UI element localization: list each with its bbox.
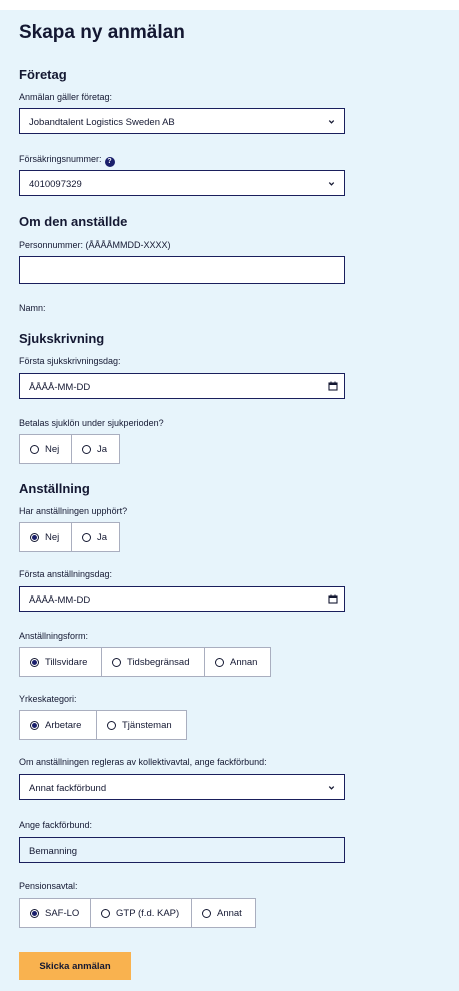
section-heading-employee: Om den anställde	[19, 214, 128, 229]
union-select-value: Annat fackförbund	[29, 783, 107, 794]
pension-radio-group: SAF-LO GTP (f.d. KAP) Annat	[19, 898, 256, 928]
insurance-label-row: Försäkringsnummer:?	[19, 154, 115, 167]
employment-first-day-date-input[interactable]: ÅÅÅÅ-MM-DD	[19, 586, 345, 612]
pension-option-annat[interactable]: Annat	[192, 898, 256, 928]
company-select-value: Jobandtalent Logistics Sweden AB	[29, 117, 175, 128]
pension-label: Pensionsavtal:	[19, 881, 78, 891]
radio-icon	[215, 657, 224, 667]
option-label: Tidsbegränsad	[127, 656, 190, 668]
category-option-tjansteman[interactable]: Tjänsteman	[97, 710, 187, 740]
personnummer-input[interactable]	[19, 256, 345, 284]
radio-icon	[202, 908, 211, 918]
category-label: Yrkeskategori:	[19, 694, 77, 704]
union-input[interactable]: Bemanning	[19, 837, 345, 863]
ended-radio-group: Nej Ja	[19, 522, 120, 552]
option-label: Annat	[217, 907, 242, 919]
ended-label: Har anställningen upphört?	[19, 506, 128, 516]
pension-option-gtp[interactable]: GTP (f.d. KAP)	[91, 898, 192, 928]
chevron-down-icon	[328, 120, 335, 124]
submit-button[interactable]: Skicka anmälan	[19, 952, 131, 980]
radio-selected-icon	[30, 908, 39, 918]
union-select-label: Om anställningen regleras av kollektivav…	[19, 757, 267, 767]
employment-form-option-annan[interactable]: Annan	[205, 647, 271, 677]
radio-selected-icon	[30, 657, 39, 667]
calendar-icon[interactable]	[328, 381, 338, 391]
category-option-arbetare[interactable]: Arbetare	[19, 710, 97, 740]
employment-form-label: Anställningsform:	[19, 631, 89, 641]
radio-icon	[112, 657, 121, 667]
name-label: Namn:	[19, 303, 46, 313]
radio-icon	[107, 720, 116, 730]
chevron-down-icon	[328, 786, 335, 790]
category-radio-group: Arbetare Tjänsteman	[19, 710, 187, 740]
calendar-icon[interactable]	[328, 594, 338, 604]
personnummer-label: Personnummer: (ÅÅÅÅMMDD-XXXX)	[19, 240, 171, 250]
employment-first-day-value: ÅÅÅÅ-MM-DD	[29, 595, 91, 606]
radio-icon	[101, 908, 110, 918]
company-select[interactable]: Jobandtalent Logistics Sweden AB	[19, 108, 345, 134]
form-title: Skapa ny anmälan	[19, 22, 185, 43]
option-label: SAF-LO	[45, 907, 80, 919]
section-heading-company: Företag	[19, 67, 67, 82]
sick-first-day-label: Första sjukskrivningsdag:	[19, 356, 121, 366]
option-label: Nej	[45, 443, 60, 455]
sickpay-label: Betalas sjuklön under sjukperioden?	[19, 418, 164, 428]
insurance-label: Försäkringsnummer:	[19, 154, 102, 164]
company-label: Anmälan gäller företag:	[19, 92, 113, 102]
union-select[interactable]: Annat fackförbund	[19, 774, 345, 800]
option-label: Annan	[230, 656, 258, 668]
ended-option-nej[interactable]: Nej	[19, 522, 72, 552]
employment-form-radio-group: Tillsvidare Tidsbegränsad Annan	[19, 647, 271, 677]
section-heading-sick-leave: Sjukskrivning	[19, 331, 105, 346]
radio-selected-icon	[30, 720, 39, 730]
sickpay-option-nej[interactable]: Nej	[19, 434, 72, 464]
option-label: Arbetare	[45, 719, 82, 731]
union-input-value: Bemanning	[29, 846, 78, 857]
employment-form-option-tidsbegransad[interactable]: Tidsbegränsad	[102, 647, 205, 677]
radio-icon	[82, 444, 91, 454]
sickpay-option-ja[interactable]: Ja	[72, 434, 120, 464]
pension-option-saf-lo[interactable]: SAF-LO	[19, 898, 91, 928]
option-label: Tillsvidare	[45, 656, 88, 668]
insurance-select[interactable]: 4010097329	[19, 170, 345, 196]
help-icon[interactable]: ?	[104, 157, 115, 167]
ended-option-ja[interactable]: Ja	[72, 522, 120, 552]
union-label: Ange fackförbund:	[19, 820, 93, 830]
option-label: Tjänsteman	[122, 719, 172, 731]
employment-first-day-label: Första anställningsdag:	[19, 569, 113, 579]
sick-first-day-value: ÅÅÅÅ-MM-DD	[29, 382, 91, 393]
radio-selected-icon	[30, 532, 39, 542]
option-label: GTP (f.d. KAP)	[116, 907, 180, 919]
option-label: Ja	[97, 531, 108, 543]
sick-first-day-date-input[interactable]: ÅÅÅÅ-MM-DD	[19, 373, 345, 399]
insurance-select-value: 4010097329	[29, 179, 82, 190]
chevron-down-icon	[328, 182, 335, 186]
option-label: Nej	[45, 531, 60, 543]
sickpay-radio-group: Nej Ja	[19, 434, 120, 464]
radio-icon	[30, 444, 39, 454]
option-label: Ja	[97, 443, 108, 455]
section-heading-employment: Anställning	[19, 481, 90, 496]
employment-form-option-tillsvidare[interactable]: Tillsvidare	[19, 647, 102, 677]
radio-icon	[82, 532, 91, 542]
